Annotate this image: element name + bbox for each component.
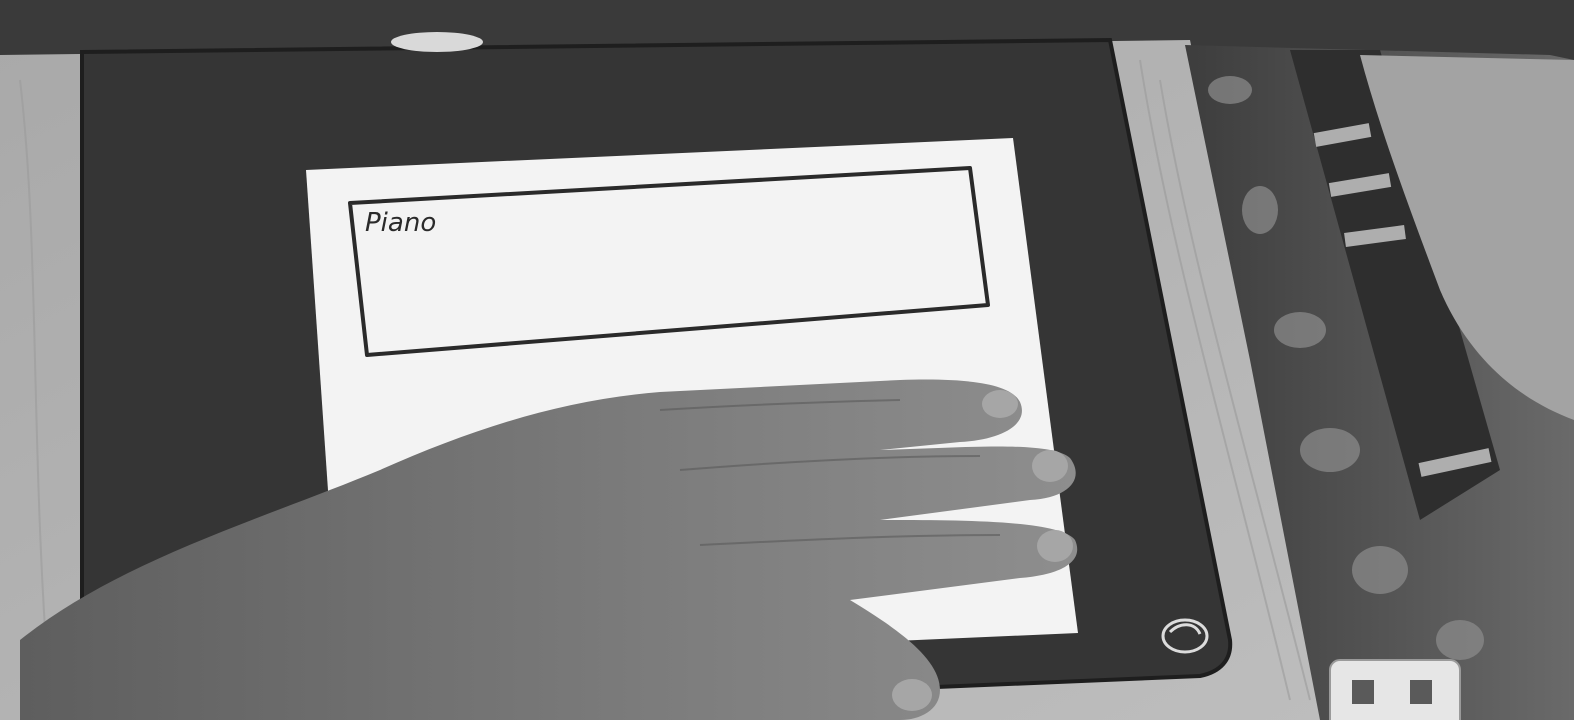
photo-illustration: Piano [0, 0, 1574, 720]
camera-notch [391, 32, 483, 52]
photo-scene: Piano [0, 0, 1574, 720]
power-socket [1329, 659, 1461, 720]
paper-label: Piano [365, 208, 436, 238]
